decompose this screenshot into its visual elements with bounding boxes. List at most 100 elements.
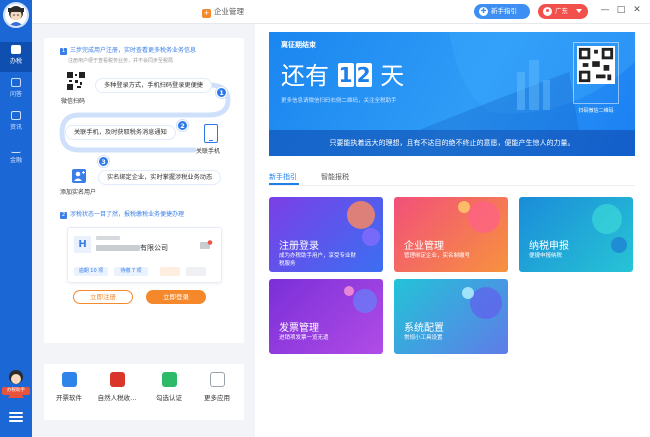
link-phone-label: 关联手机 — [196, 148, 221, 155]
message-icon — [200, 240, 213, 249]
sidebar-item-finance[interactable]: 金融 — [0, 141, 32, 171]
company-name-text: 有限公司 — [140, 244, 168, 252]
tab-new-user-guide[interactable]: 新手指引 — [269, 172, 297, 182]
app-label: 更多应用 — [204, 394, 230, 402]
tax-icon — [11, 45, 21, 54]
sidebar-item-tax[interactable]: 办税 — [0, 42, 32, 72]
new-user-guide-button[interactable]: ✚ 新手指引 — [474, 4, 530, 19]
tile-title: 纳税申报 — [529, 241, 569, 252]
deadline-banner[interactable]: 离征期结束 还有 12 天 更多信息请微信扫码右侧二维码，关注全税助手 扫码微信… — [269, 32, 635, 156]
tile-decoration — [344, 286, 377, 313]
step1-title-text: 三步完成用户注册，实时查看更多税务业务信息 — [70, 47, 197, 54]
sidebar-item-label: 资讯 — [9, 124, 22, 131]
app-label: 开票软件 — [56, 394, 82, 402]
company-logo: H — [74, 236, 91, 253]
countdown-digit: 1 — [337, 63, 354, 87]
tile-subtitle: 便捷申报纳税 — [529, 253, 563, 259]
tile-title: 系统配置 — [404, 323, 444, 334]
checkbox-certify-icon — [161, 372, 177, 387]
sidebar-item-label: 办税 — [9, 58, 22, 65]
app-label: 自然人税收... — [97, 394, 137, 402]
app-natural-person-tax[interactable]: 自然人税收... — [96, 372, 138, 402]
minimize-button[interactable]: — — [598, 3, 612, 17]
app-label: 勾选认证 — [156, 394, 182, 402]
finance-icon — [11, 144, 21, 153]
tile-title: 发票管理 — [279, 323, 319, 334]
region-label: 广东 — [555, 7, 568, 15]
company-status-card: H 有限公司 逾期 10 项 待缴 7 项 — [67, 227, 222, 283]
status-chip-gray — [186, 267, 206, 276]
step-dot-2: 2 — [177, 120, 188, 131]
tile-decoration — [458, 201, 500, 233]
add-real-name-user-label: 添加实名用户 — [60, 189, 97, 196]
login-now-button[interactable]: 立即登录 — [146, 290, 206, 304]
sidebar-item-label: 问答 — [9, 91, 22, 98]
sidebar-item-qa[interactable]: 问答 — [0, 75, 32, 105]
tile-system-settings[interactable]: 系统配置 常规小工具设置 — [394, 279, 508, 354]
countdown-digit: 2 — [355, 63, 372, 87]
banner-quote: 只要能执着远大的理想，且有不达目的绝不终止的意愿，便能产生惊人的力量。 — [269, 130, 635, 156]
tile-decoration — [592, 204, 627, 253]
step1-title: 1 三步完成用户注册，实时查看更多税务业务信息 — [60, 45, 196, 55]
app-logo-icon: + — [202, 9, 211, 18]
step-dot-3: 3 — [98, 156, 109, 167]
app-title: + 企业管理 — [202, 6, 244, 18]
title-bar: + 企业管理 ✚ 新手指引 广东 — □ ✕ — [32, 0, 650, 24]
step-bubble-company: 实名绑定企业，实时掌握涉税业务动态 — [99, 171, 221, 184]
step2-title: 2 涉税状态一目了然，报税缴税业务便捷办理 — [60, 209, 184, 219]
step-bubble-phone: 关联手机，及时获取税务消息通知 — [66, 126, 175, 139]
app-invoice-software[interactable]: 开票软件 — [48, 372, 90, 402]
status-chip-orange — [160, 267, 180, 276]
tab-smart-tax-filing[interactable]: 智能报税 — [321, 172, 349, 182]
app-more-apps[interactable]: 更多应用 — [196, 372, 238, 402]
countdown: 还有 12 天 — [281, 56, 404, 91]
more-apps-icon — [209, 372, 225, 387]
tile-register-login[interactable]: 注册登录 成为办税助手用户，享受专业财税服务 — [269, 197, 383, 272]
tile-title: 注册登录 — [279, 241, 319, 252]
location-icon — [543, 7, 552, 16]
tile-title: 企业管理 — [404, 241, 444, 252]
register-now-button[interactable]: 立即注册 — [73, 290, 133, 304]
wechat-qr-code — [66, 71, 86, 91]
chevron-down-icon — [576, 9, 582, 13]
status-chip-pending: 待缴 7 项 — [114, 267, 148, 276]
step-bubble-login: 多种登录方式，手机扫码登录更便捷 — [96, 79, 211, 92]
status-chip-overdue: 逾期 10 项 — [74, 267, 108, 276]
sidebar: 办税 问答 资讯 金融 办税助手 — [0, 0, 32, 437]
countdown-prefix: 还有 — [281, 62, 329, 90]
compass-icon: ✚ — [479, 7, 488, 16]
tile-subtitle: 常规小工具设置 — [404, 335, 443, 341]
step1-subtitle: 注册用户便于查看税务业务，并不会同步至税局 — [68, 58, 174, 64]
step2-title-text: 涉税状态一目了然，报税缴税业务便捷办理 — [70, 211, 185, 218]
main-content: 离征期结束 还有 12 天 更多信息请微信扫码右侧二维码，关注全税助手 扫码微信… — [255, 24, 650, 437]
menu-icon[interactable] — [9, 410, 23, 422]
step-number-badge: 2 — [60, 212, 67, 219]
add-user-icon — [72, 169, 86, 183]
tile-subtitle: 成为办税助手用户，享受专业财税服务 — [279, 253, 357, 267]
maximize-button[interactable]: □ — [614, 3, 628, 17]
qa-icon — [11, 78, 21, 87]
news-icon — [11, 111, 21, 120]
blurred-tax-id — [96, 236, 120, 240]
tab-divider — [269, 185, 635, 186]
sidebar-item-news[interactable]: 资讯 — [0, 108, 32, 138]
wechat-scan-label: 微信扫码 — [61, 98, 86, 105]
close-button[interactable]: ✕ — [630, 3, 644, 17]
app-window: 办税 问答 资讯 金融 办税助手 + 企业管理 ✚ 新手指引 广东 — □ ✕ … — [0, 0, 650, 437]
countdown-suffix: 天 — [380, 62, 405, 90]
step-number-badge: 1 — [60, 48, 67, 55]
registration-guide-panel: 1 三步完成用户注册，实时查看更多税务业务信息 注册用户便于查看税务业务，并不会同… — [44, 38, 244, 343]
tax-helper-label: 办税助手 — [2, 387, 30, 395]
banner-subtitle: 更多信息请微信扫码右侧二维码，关注全税助手 — [281, 98, 397, 104]
user-avatar[interactable] — [3, 2, 29, 28]
tile-company-management[interactable]: 企业管理 管理绑定企业，实名制缴号 — [394, 197, 508, 272]
app-checkbox-certify[interactable]: 勾选认证 — [148, 372, 190, 402]
natural-person-tax-icon — [109, 372, 125, 387]
banner-qr-code — [577, 46, 615, 84]
tile-tax-filing[interactable]: 纳税申报 便捷申报纳税 — [519, 197, 633, 272]
tile-invoice-management[interactable]: 发票管理 进销项发票一览无遗 — [269, 279, 383, 354]
region-select[interactable]: 广东 — [538, 4, 588, 19]
sidebar-item-label: 金融 — [9, 157, 22, 164]
blurred-company-prefix — [96, 245, 140, 251]
banner-small-title: 离征期结束 — [281, 41, 316, 49]
